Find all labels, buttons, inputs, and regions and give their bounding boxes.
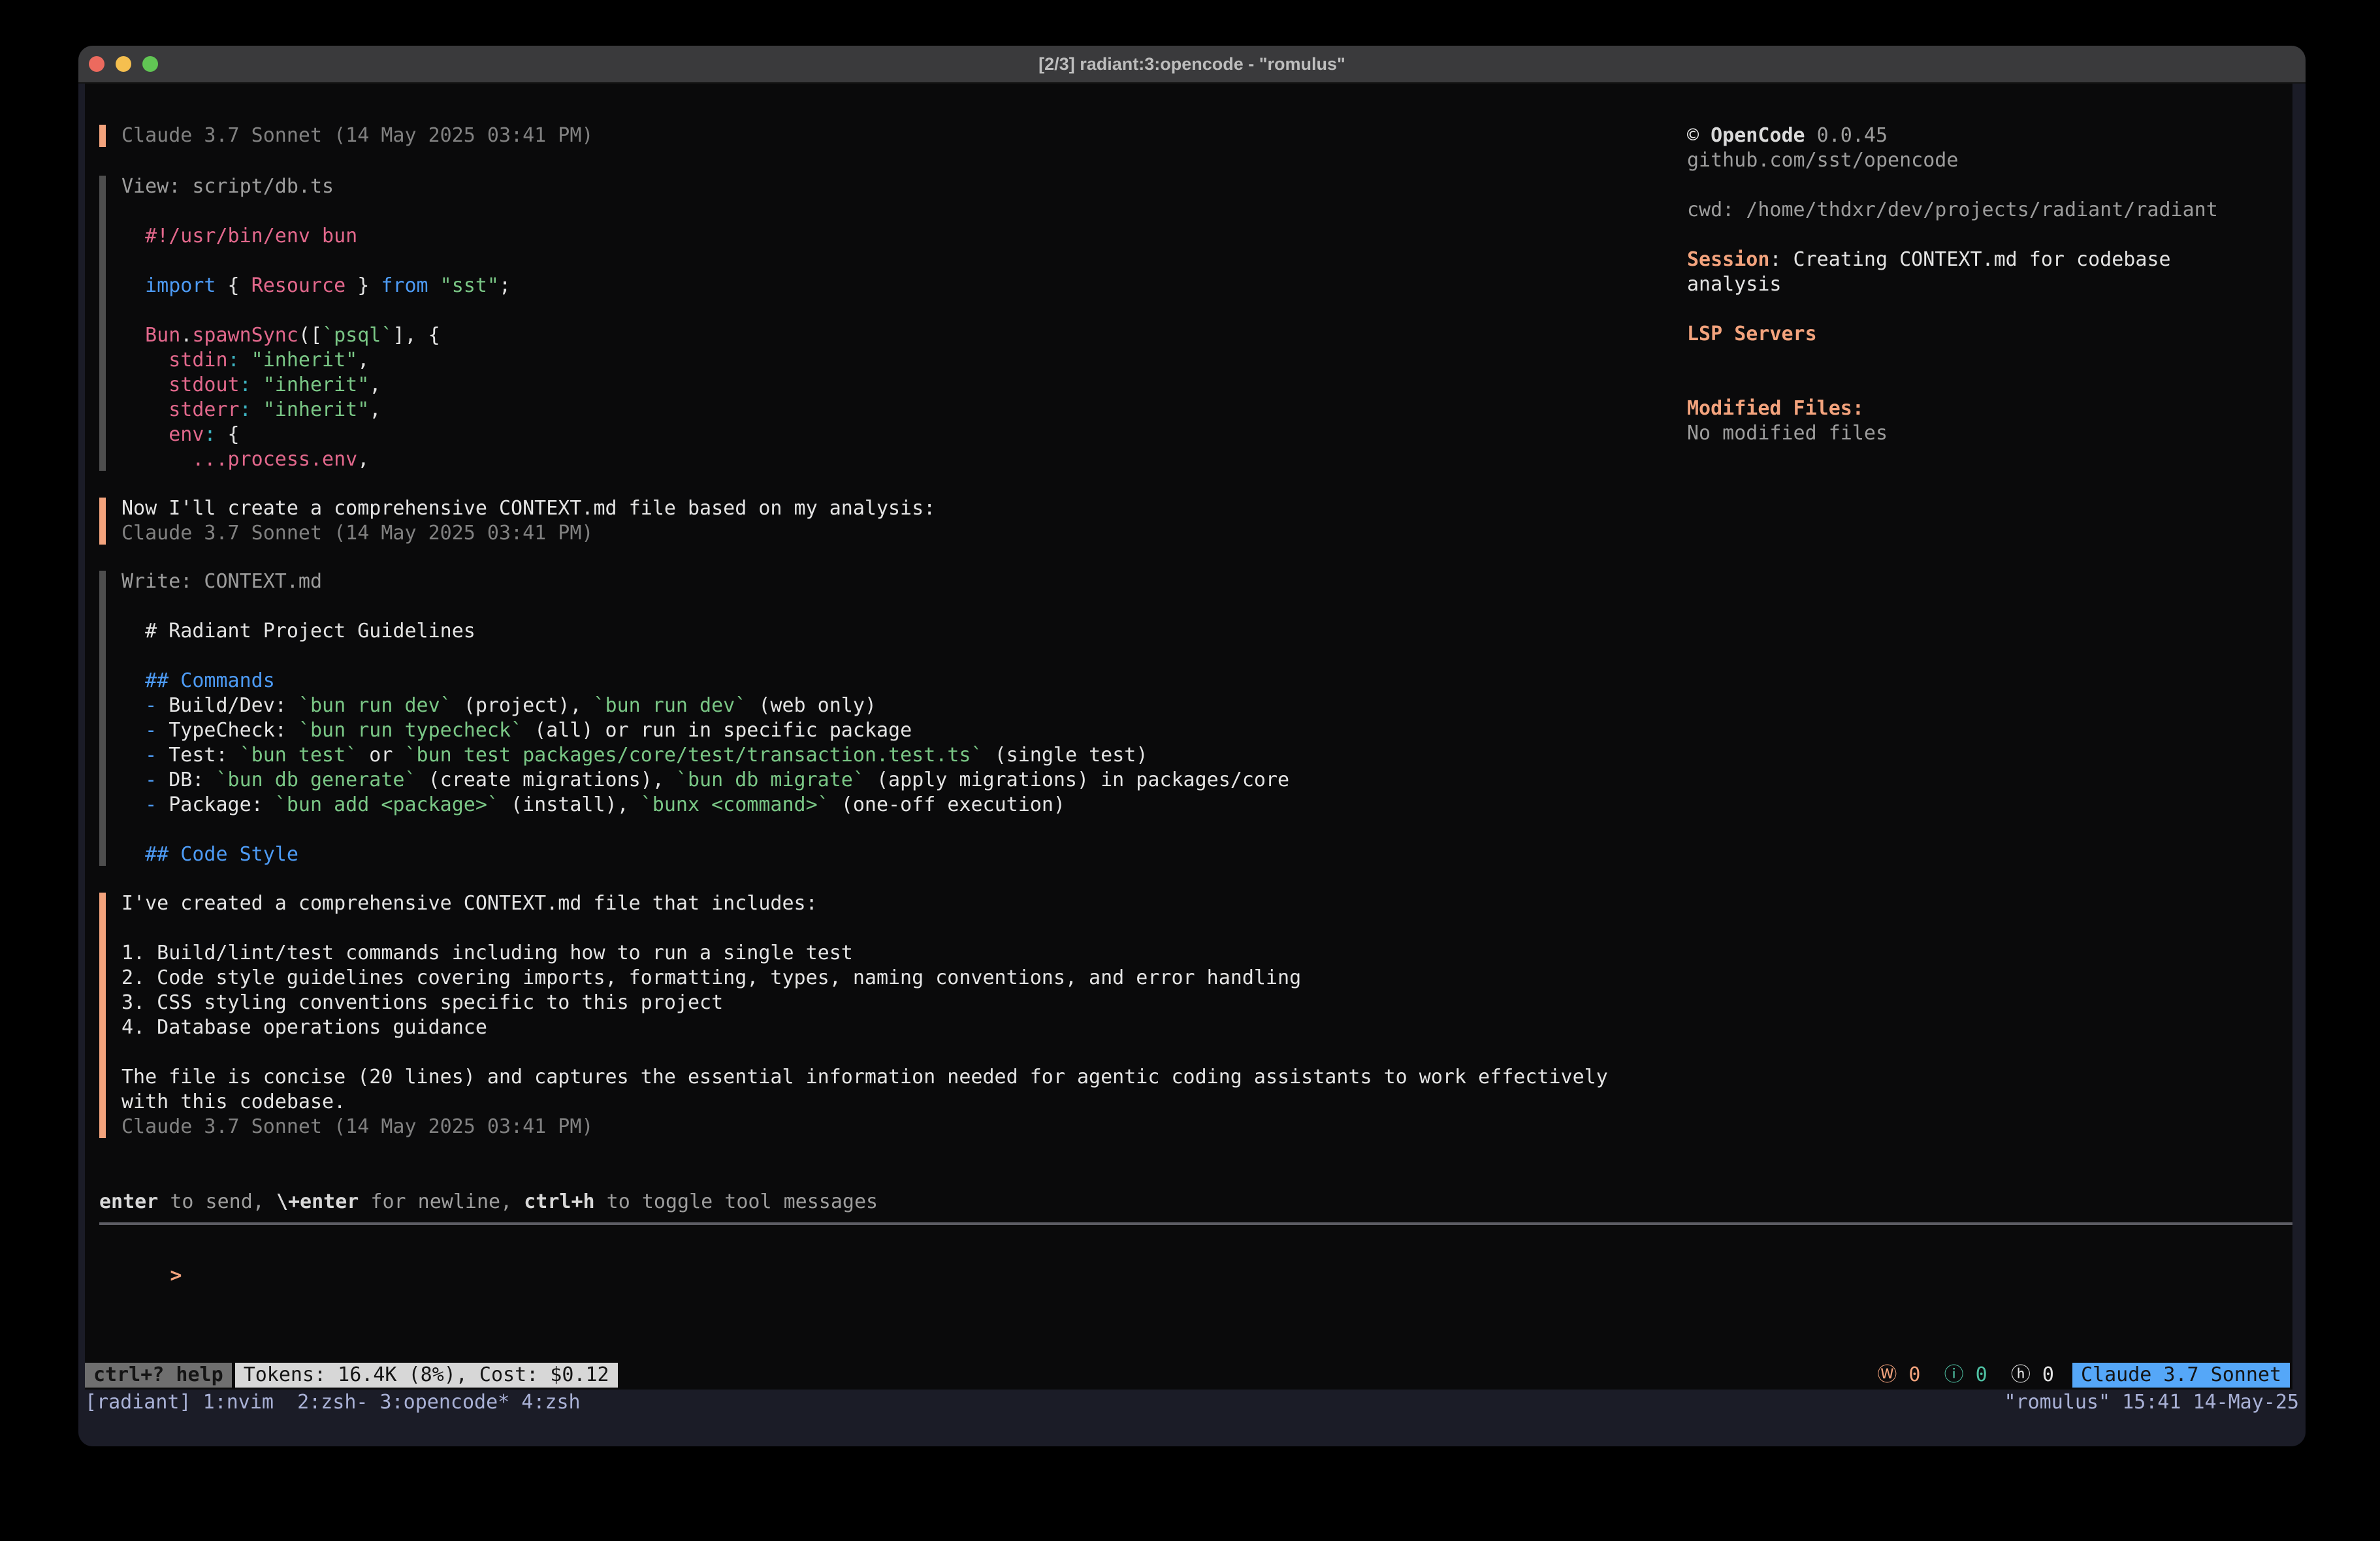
tokens-cost-chip: Tokens: 16.4K (8%), Cost: $0.12 (235, 1363, 618, 1388)
assistant-message-header: Claude 3.7 Sonnet (14 May 2025 03:41 PM) (99, 123, 593, 148)
input-divider (99, 1222, 2292, 1225)
window-titlebar[interactable]: [2/3] radiant:3:opencode - "romulus" (78, 46, 2306, 84)
window-title: [2/3] radiant:3:opencode - "romulus" (1038, 54, 1345, 74)
assistant-message: Now I'll create a comprehensive CONTEXT.… (99, 496, 935, 546)
close-button[interactable] (89, 56, 105, 72)
app-version-info: © OpenCode 0.0.45github.com/sst/opencode (1687, 123, 1958, 173)
desktop: { "window": { "title": "[2/3] radiant:3:… (0, 0, 2380, 1541)
status-bar: ctrl+? help Tokens: 16.4K (8%), Cost: $0… (85, 1363, 2290, 1388)
tool-view-block: View: script/db.ts #!/usr/bin/env bun im… (99, 174, 511, 472)
tmux-session-info: "romulus" 15:41 14-May-25 (2004, 1390, 2299, 1415)
diagnostics-counters: Ⓦ 0 ⓘ 0 ⓗ 0 (1877, 1363, 2054, 1388)
keyboard-hints: enter to send, \+enter for newline, ctrl… (99, 1190, 878, 1215)
help-shortcut-chip: ctrl+? help (85, 1363, 232, 1388)
session-info: Session: Creating CONTEXT.md for codebas… (1687, 247, 2171, 297)
traffic-lights (89, 46, 158, 82)
terminal-window: [2/3] radiant:3:opencode - "romulus" Cla… (78, 46, 2306, 1446)
zoom-button[interactable] (142, 56, 158, 72)
opencode-tui: Claude 3.7 Sonnet (14 May 2025 03:41 PM)… (78, 84, 2306, 1446)
assistant-summary-message: I've created a comprehensive CONTEXT.md … (99, 891, 1608, 1139)
tool-write-block: Write: CONTEXT.md # Radiant Project Guid… (99, 569, 1289, 867)
modified-files-section: Modified Files:No modified files (1687, 396, 1888, 446)
lsp-servers-section: LSP Servers (1687, 322, 1817, 347)
model-chip[interactable]: Claude 3.7 Sonnet (2072, 1363, 2290, 1388)
prompt-caret: > (170, 1264, 182, 1287)
prompt-input[interactable]: > (99, 1239, 182, 1313)
minimize-button[interactable] (116, 56, 131, 72)
tmux-status-bar: [radiant] 1:nvim 2:zsh- 3:opencode* 4:zs… (78, 1390, 2306, 1446)
cwd-info: cwd: /home/thdxr/dev/projects/radiant/ra… (1687, 198, 2218, 223)
tmux-window-list[interactable]: [radiant] 1:nvim 2:zsh- 3:opencode* 4:zs… (85, 1390, 581, 1415)
